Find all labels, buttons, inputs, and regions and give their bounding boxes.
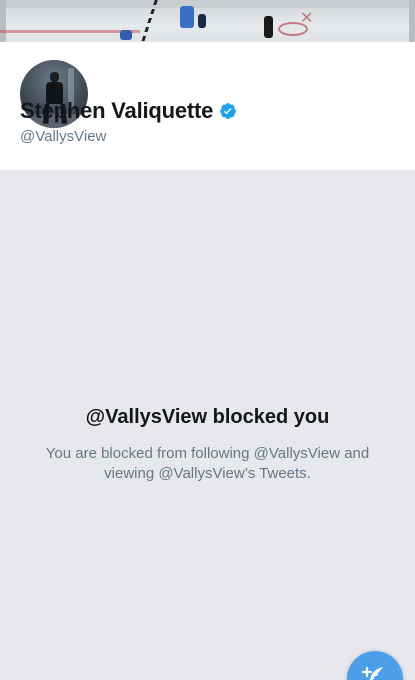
banner-ice-mark: ✕ [300, 8, 314, 27]
compose-tweet-icon [359, 663, 387, 680]
blocked-title: @VallysView blocked you [85, 406, 330, 428]
banner-player [120, 30, 132, 40]
blocked-description: You are blocked from following @VallysVi… [45, 445, 370, 482]
profile-handle: @VallysView [20, 128, 107, 145]
name-row: Stephen Valiquette [20, 98, 237, 124]
banner-edge-right [409, 0, 415, 42]
banner-player [198, 14, 206, 28]
display-name: Stephen Valiquette [20, 98, 214, 123]
verified-badge-icon [219, 102, 237, 120]
banner-player [180, 6, 194, 28]
profile-banner[interactable]: ✕ [0, 0, 415, 42]
banner-referee [264, 16, 273, 38]
banner-boards [0, 0, 415, 8]
profile-header: Stephen Valiquette @VallysView [0, 42, 415, 170]
banner-ice-line [0, 30, 140, 33]
banner-edge-left [0, 0, 6, 42]
avatar-figure-head [50, 72, 59, 82]
blocked-notice: @VallysView blocked you You are blocked … [0, 170, 415, 680]
